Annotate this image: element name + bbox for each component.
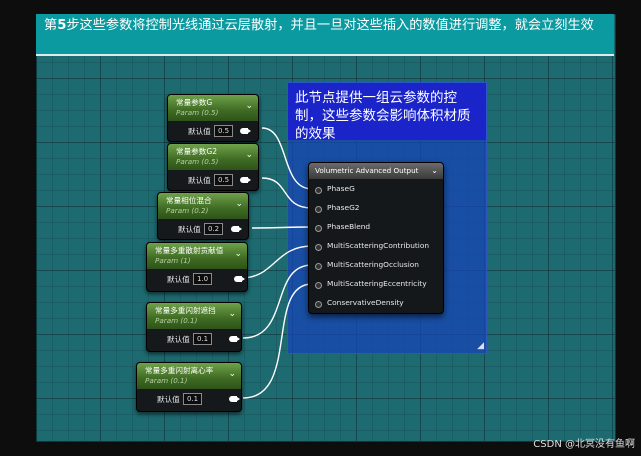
input-pin-icon[interactable] bbox=[315, 282, 322, 289]
volumetric-node-title: Volumetric Advanced Output bbox=[315, 166, 419, 175]
param-node-header[interactable]: 常量参数G Param (0.5) ⌄ bbox=[168, 95, 258, 121]
param-node-phase-blend[interactable]: 常量相位混合 Param (0.2) ⌄ 默认值 0.2 bbox=[157, 192, 249, 240]
input-pin-label: MultiScatteringOcclusion bbox=[327, 260, 419, 269]
param-node-subtitle: Param (0.2) bbox=[166, 206, 209, 215]
wire-ms-eccentricity bbox=[242, 283, 313, 399]
param-node-title: 常量多重闪射离心率 bbox=[145, 366, 214, 375]
watermark: CSDN @北冥没有鱼啊 bbox=[533, 439, 635, 450]
volumetric-node-header[interactable]: Volumetric Advanced Output ⌄ bbox=[309, 163, 443, 179]
input-pin-icon[interactable] bbox=[315, 187, 322, 194]
input-pin-label: MultiScatteringEccentricity bbox=[327, 279, 427, 288]
param-node-header[interactable]: 常量相位混合 Param (0.2) ⌄ bbox=[158, 193, 248, 219]
param-node-subtitle: Param (0.1) bbox=[155, 316, 198, 325]
chevron-down-icon[interactable]: ⌄ bbox=[234, 249, 242, 259]
volumetric-advanced-output-node[interactable]: Volumetric Advanced Output ⌄ PhaseG Phas… bbox=[308, 162, 444, 314]
param-node-phase-g[interactable]: 常量参数G Param (0.5) ⌄ 默认值 0.5 bbox=[167, 94, 259, 142]
param-node-phase-g2[interactable]: 常量参数G2 Param (0.5) ⌄ 默认值 0.5 bbox=[167, 143, 259, 191]
input-pin-label: PhaseBlend bbox=[327, 222, 371, 231]
output-pin-icon[interactable] bbox=[240, 177, 251, 183]
output-pin-icon[interactable] bbox=[240, 128, 251, 134]
param-default-value-input[interactable]: 0.5 bbox=[214, 125, 234, 137]
input-pin-icon[interactable] bbox=[315, 206, 322, 213]
param-default-label: 默认值 bbox=[178, 225, 201, 234]
input-pin-label: PhaseG2 bbox=[327, 203, 360, 212]
param-default-label: 默认值 bbox=[188, 176, 211, 185]
param-node-ms-occlusion[interactable]: 常量多重闪射遮挡 Param (0.1) ⌄ 默认值 0.1 bbox=[146, 302, 242, 352]
chevron-down-icon[interactable]: ⌄ bbox=[235, 199, 243, 209]
param-default-value-input[interactable]: 1.0 bbox=[193, 273, 213, 285]
input-pin-label: MultiScatteringContribution bbox=[327, 241, 430, 250]
param-default-value-input[interactable]: 0.5 bbox=[214, 174, 234, 186]
input-pin-icon[interactable] bbox=[315, 263, 322, 270]
input-pin-icon[interactable] bbox=[315, 244, 322, 251]
param-default-label: 默认值 bbox=[188, 127, 211, 136]
param-node-title: 常量参数G2 bbox=[176, 147, 218, 156]
input-pin-icon[interactable] bbox=[315, 225, 322, 232]
chevron-down-icon[interactable]: ⌄ bbox=[245, 150, 253, 160]
chevron-down-icon[interactable]: ⌄ bbox=[228, 369, 236, 379]
param-node-subtitle: Param (1) bbox=[155, 256, 191, 265]
param-default-label: 默认值 bbox=[167, 335, 190, 344]
param-node-subtitle: Param (0.1) bbox=[145, 376, 188, 385]
param-default-label: 默认值 bbox=[167, 275, 190, 284]
output-pin-icon[interactable] bbox=[231, 226, 242, 232]
wire-phase-g2 bbox=[261, 177, 313, 209]
output-pin-icon[interactable] bbox=[229, 396, 240, 402]
param-default-label: 默认值 bbox=[157, 395, 180, 404]
param-node-header[interactable]: 常量多重闪射离心率 Param (0.1) ⌄ bbox=[137, 363, 241, 389]
param-node-title: 常量参数G bbox=[176, 98, 213, 107]
chevron-down-icon[interactable]: ⌄ bbox=[228, 309, 236, 319]
param-node-ms-contribution[interactable]: 常量多重散射贡献值 Param (1) ⌄ 默认值 1.0 bbox=[146, 242, 248, 292]
param-node-subtitle: Param (0.5) bbox=[176, 108, 219, 117]
param-node-title: 常量相位混合 bbox=[166, 196, 212, 205]
param-node-ms-eccentricity[interactable]: 常量多重闪射离心率 Param (0.1) ⌄ 默认值 0.1 bbox=[136, 362, 242, 412]
wire-phase-blend bbox=[251, 226, 313, 229]
chevron-down-icon[interactable]: ⌄ bbox=[245, 101, 253, 111]
output-pin-icon[interactable] bbox=[234, 276, 245, 282]
input-pin-label: ConservativeDensity bbox=[327, 298, 404, 307]
output-pin-icon[interactable] bbox=[229, 336, 240, 342]
param-node-subtitle: Param (0.5) bbox=[176, 157, 219, 166]
param-node-title: 常量多重散射贡献值 bbox=[155, 246, 224, 255]
param-default-value-input[interactable]: 0.2 bbox=[204, 223, 224, 235]
input-pin-icon[interactable] bbox=[315, 301, 322, 308]
param-node-header[interactable]: 常量多重散射贡献值 Param (1) ⌄ bbox=[147, 243, 247, 269]
input-pin-label: PhaseG bbox=[327, 184, 355, 193]
wire-phase-g bbox=[261, 127, 313, 190]
param-node-header[interactable]: 常量多重闪射遮挡 Param (0.1) ⌄ bbox=[147, 303, 241, 329]
param-node-header[interactable]: 常量参数G2 Param (0.5) ⌄ bbox=[168, 144, 258, 170]
param-default-value-input[interactable]: 0.1 bbox=[183, 393, 203, 405]
param-node-title: 常量多重闪射遮挡 bbox=[155, 306, 216, 315]
chevron-down-icon[interactable]: ⌄ bbox=[431, 163, 438, 179]
wire-ms-contribution bbox=[240, 245, 313, 279]
param-default-value-input[interactable]: 0.1 bbox=[193, 333, 213, 345]
